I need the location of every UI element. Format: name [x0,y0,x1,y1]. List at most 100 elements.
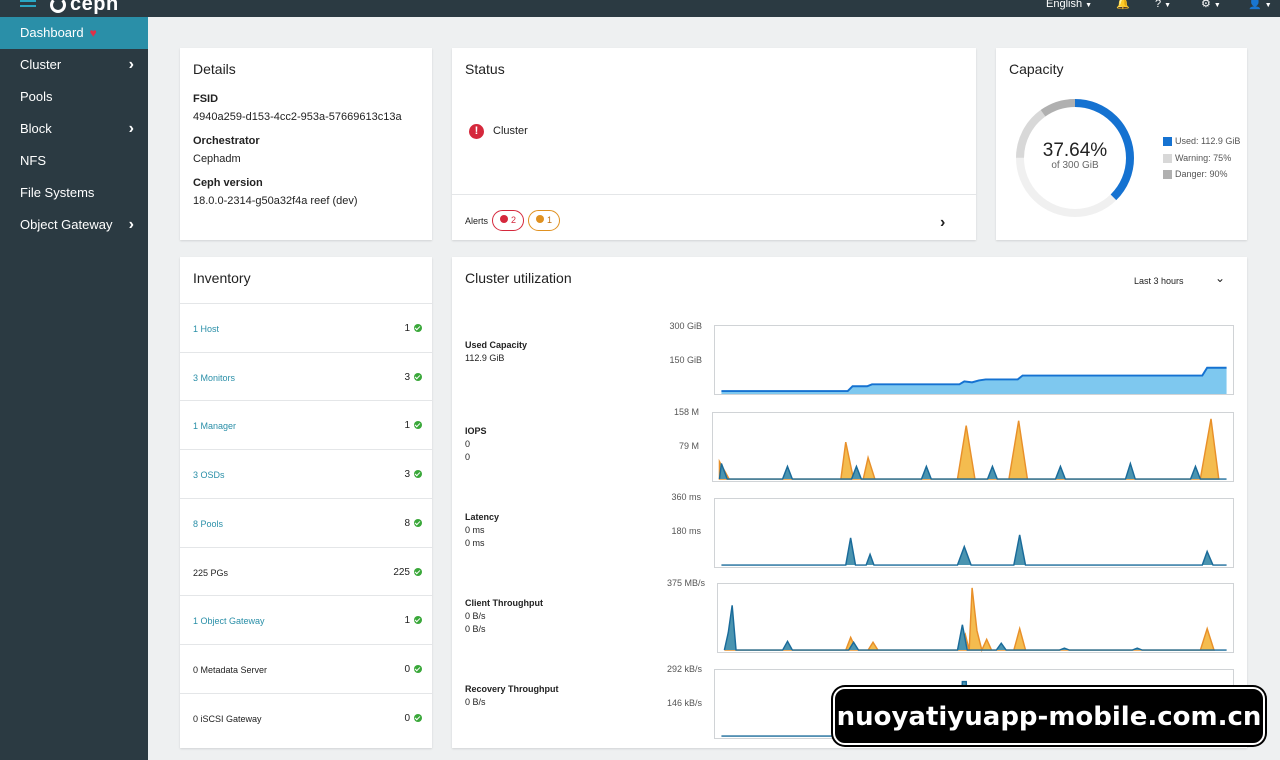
chevron-right-icon: › [128,216,134,233]
gear-icon[interactable]: ⚙ ▼ [1201,0,1221,13]
inventory-item-label[interactable]: 8 Pools [193,519,223,529]
alerts-error-badge[interactable]: 2 [492,210,525,231]
axis-tick: 180 ms [671,526,701,536]
inventory-item-label[interactable]: 3 OSDs [193,470,225,480]
language-selector[interactable]: English ▼ [1046,0,1092,13]
metric-label-client-throughput: Client Throughput [465,598,543,608]
check-circle-icon [414,664,422,673]
inventory-row[interactable]: 8 Pools 8 [180,497,432,546]
sidebar-item-nfs[interactable]: NFS [0,145,148,177]
sidebar-item-object-gateway[interactable]: Object Gateway › [0,209,148,241]
ceph-logo-icon [50,0,66,13]
check-circle-icon [414,518,422,527]
sidebar-item-cluster[interactable]: Cluster › [0,49,148,81]
inventory-item-label[interactable]: 1 Manager [193,421,236,431]
chevron-right-icon: › [128,120,134,137]
axis-tick: 292 kB/s [666,664,702,674]
user-icon[interactable]: 👤 ▼ [1248,0,1272,13]
orchestrator-value: Cephadm [193,153,241,165]
caret-down-icon: ▼ [1264,2,1272,9]
bell-icon[interactable]: 🔔 [1116,0,1130,11]
latency-graph [714,498,1234,568]
watermark-banner: nuoyatiyuapp-mobile.com.cn [833,687,1265,745]
inventory-row: 0 iSCSI Gateway 0 [180,692,432,741]
metric-label-iops: IOPS [465,426,487,436]
inventory-row[interactable]: 1 Manager 1 [180,400,432,448]
check-circle-icon [414,567,422,576]
metric-value: 0 B/s [465,624,486,634]
inventory-row[interactable]: 1 Host 1 [180,303,432,351]
metric-value: 0 B/s [465,697,486,707]
inventory-card: Inventory 1 Host 1 3 Monitors 3 1 Manager 1 3 … [180,257,432,748]
capacity-total: of 300 GiB [1051,160,1099,171]
divider [452,194,976,195]
cluster-utilization-card: Cluster utilization Last 3 hours ⌄ Used … [452,257,1247,748]
inventory-item-count: 0 [404,663,410,675]
axis-tick: 150 GiB [669,355,702,365]
sidebar-item-file-systems[interactable]: File Systems [0,177,148,209]
sidebar-item-pools[interactable]: Pools [0,81,148,113]
legend-danger: Danger: 90% [1175,169,1228,179]
inventory-item-count: 0 [404,712,410,724]
inventory-row[interactable]: 3 OSDs 3 [180,449,432,497]
fsid-value: 4940a259-d153-4cc2-953a-57669613c13a [193,111,402,123]
axis-tick: 360 ms [671,492,701,502]
used-capacity-graph [714,325,1234,395]
inventory-item-label[interactable]: 1 Object Gateway [193,616,265,626]
brand-logo[interactable]: ceph [50,0,119,14]
metric-value: 0 ms [465,525,485,535]
capacity-card: Capacity 37.64% of 300 GiB Used: 112.9 G… [996,48,1247,240]
alerts-warning-badge[interactable]: 1 [528,210,561,231]
details-card: Details FSID 4940a259-d153-4cc2-953a-576… [180,48,432,240]
chevron-right-icon[interactable]: › [940,214,945,232]
inventory-item-count: 225 [393,566,410,578]
inventory-item-label[interactable]: 1 Host [193,324,219,334]
inventory-item-count: 1 [404,323,410,334]
inventory-row: 0 Metadata Server 0 [180,643,432,692]
check-circle-icon [414,372,422,381]
axis-tick: 79 M [678,441,699,451]
check-circle-icon [414,324,422,332]
axis-tick: 158 M [673,407,699,417]
caret-down-icon: ▼ [1213,2,1221,9]
metric-label-latency: Latency [465,512,500,522]
cluster-status-link[interactable]: Cluster [493,125,528,137]
inventory-item-label: 0 iSCSI Gateway [193,713,262,724]
capacity-title: Capacity [1009,61,1064,77]
chevron-down-icon[interactable]: ⌄ [1215,271,1225,285]
inventory-item-label[interactable]: 3 Monitors [193,373,235,383]
sidebar-item-block[interactable]: Block › [0,113,148,145]
metric-value: 0 [465,439,471,449]
check-circle-icon [414,421,422,430]
axis-tick: 300 GiB [669,321,702,331]
ceph-version-label: Ceph version [193,177,263,189]
status-title: Status [465,61,505,77]
legend-swatch-used [1163,137,1172,146]
hamburger-menu-icon[interactable] [20,0,36,9]
inventory-item-label: 225 PGs [193,567,229,578]
iops-graph [712,412,1234,482]
time-range-select[interactable]: Last 3 hours [1134,276,1184,286]
utilization-title: Cluster utilization [465,270,572,286]
inventory-row[interactable]: 3 Monitors 3 [180,351,432,400]
client-throughput-graph [717,583,1234,653]
top-navbar: ceph English ▼ 🔔 ? ▼ ⚙ ▼ 👤 ▼ [0,0,1280,17]
inventory-item-count: 3 [404,371,410,383]
metric-value: 0 [465,452,471,462]
ceph-version-value: 18.0.0-2314-g50a32f4a reef (dev) [193,195,358,207]
check-circle-icon [414,713,422,722]
check-circle-icon [414,616,422,625]
orchestrator-label: Orchestrator [193,135,260,147]
caret-down-icon: ▼ [1164,2,1172,9]
details-title: Details [193,61,236,77]
inventory-item-count: 8 [404,517,410,529]
iops-write-area [718,418,1220,480]
inventory-item-count: 3 [404,469,410,481]
error-icon [500,215,508,223]
capacity-percent: 37.64% [1042,140,1108,161]
sidebar: Dashboard ♥ Cluster › Pools Block › NFS Fil… [0,17,148,760]
inventory-row[interactable]: 1 Object Gateway 1 [180,595,432,643]
help-icon[interactable]: ? ▼ [1155,0,1171,13]
legend-swatch-danger [1163,170,1172,179]
sidebar-item-dashboard[interactable]: Dashboard ♥ [0,17,148,49]
